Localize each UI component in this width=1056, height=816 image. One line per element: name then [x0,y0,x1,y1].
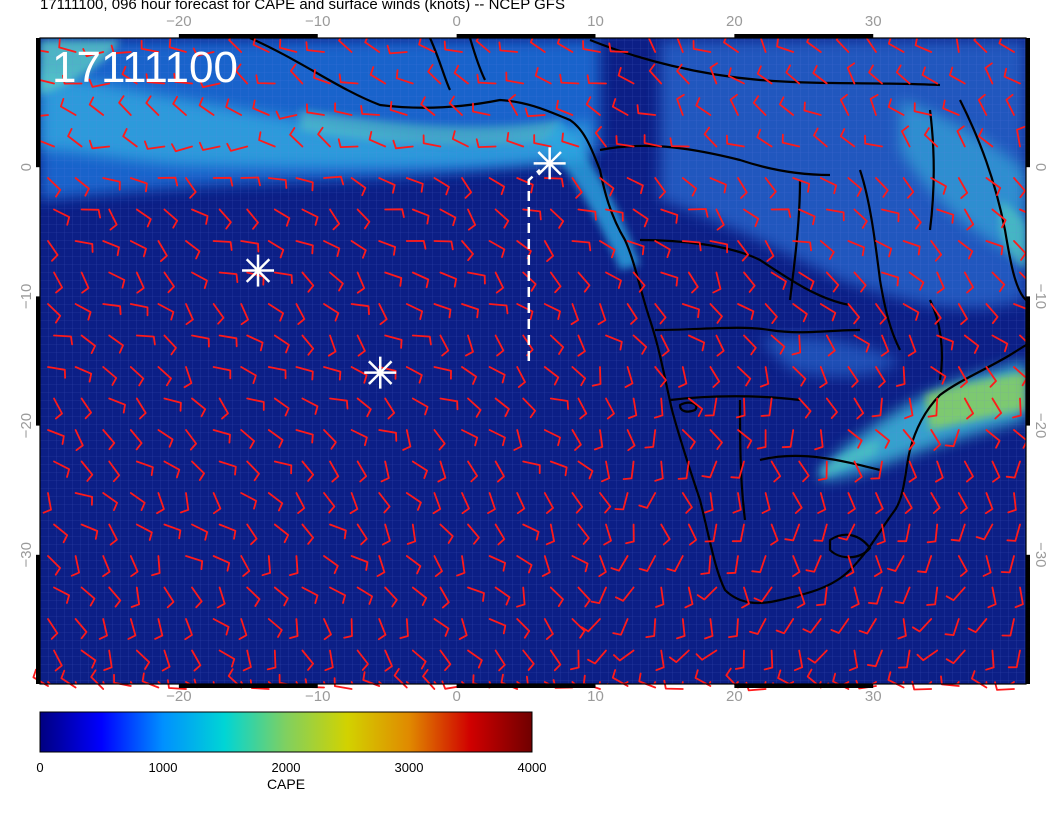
lon-tick-top: 0 [452,13,460,30]
lon-tick-top: −10 [305,13,330,30]
lon-tick-top: 10 [587,13,604,30]
lon-tick-bottom: 20 [726,688,743,705]
colorbar-tick-label: 0 [36,760,43,775]
axis-bar-right [1026,554,1030,684]
colorbar [39,711,533,753]
axis-bar-right [1026,38,1030,168]
colorbar-label: CAPE [267,776,305,792]
axis-bar-top [734,34,874,38]
lat-tick-left: 0 [18,163,35,171]
lon-tick-bottom: −10 [305,688,330,705]
colorbar-ticks: 0 1000 2000 3000 4000 [36,760,546,775]
axis-bar-right [1026,296,1030,426]
axis-bar-left [36,554,40,684]
lon-tick-bottom: 0 [452,688,460,705]
lon-tick-top: 30 [865,13,882,30]
lat-tick-left: −10 [18,284,35,309]
asterisk-marker [533,147,566,180]
lon-tick-bottom: 30 [865,688,882,705]
lat-tick-left: −30 [18,542,35,567]
axis-bar-bottom [178,684,318,688]
axis-bar-left [36,296,40,426]
colorbar-tick-label: 1000 [149,760,178,775]
lon-tick-bottom: −20 [166,688,191,705]
axis-bar-top [178,34,318,38]
wind-barb [378,681,383,684]
axis-bar-bottom [734,684,874,688]
forecast-timestamp: 17111100 [52,43,238,92]
colorbar-tick-label: 2000 [272,760,301,775]
lon-tick-top: −20 [166,13,191,30]
asterisk-marker [364,356,397,389]
wind-barb [681,681,684,684]
colorbar-tick-label: 4000 [518,760,547,775]
axis-bar-bottom [456,684,596,688]
lat-tick-right: −10 [1032,284,1049,309]
wind-barb [350,681,354,684]
wind-barb [129,681,134,684]
lat-tick-right: −20 [1032,413,1049,438]
lat-tick-left: −20 [18,413,35,438]
lat-tick-right: 0 [1032,163,1049,171]
asterisk-marker [242,254,275,287]
wind-barb [102,681,106,684]
axis-bar-left [36,38,40,168]
lon-tick-bottom: 10 [587,688,604,705]
colorbar-tick-label: 3000 [395,760,424,775]
axis-bar-top [456,34,596,38]
wind-barb [47,681,52,684]
cape-wind-map-figure: −20−20−10−10001010202030300 0−10 −10−20 −20… [18,13,1049,792]
wind-barb [405,681,411,684]
lon-tick-top: 20 [726,13,743,30]
wind-barb [74,681,78,684]
lat-tick-right: −30 [1032,542,1049,567]
cape-field [40,38,1026,684]
